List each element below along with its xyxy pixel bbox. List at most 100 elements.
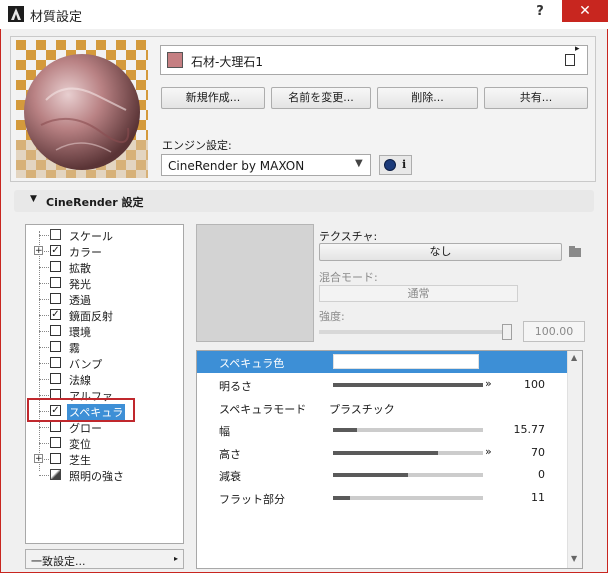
property-slider[interactable] <box>333 383 483 387</box>
property-slider[interactable] <box>333 473 483 477</box>
channel-checkbox[interactable] <box>50 277 61 288</box>
channel-item[interactable]: 透過 <box>26 291 183 307</box>
specular-properties-panel: スペキュラ色 明るさ » 100 スペキュラモード プラスチック幅 15.77 高さ » 70 減… <box>196 350 583 569</box>
expand-plus-icon[interactable]: + <box>34 454 43 464</box>
channel-label: 霧 <box>69 342 80 355</box>
texture-select-button[interactable]: なし <box>319 243 562 261</box>
property-slider[interactable] <box>333 428 483 432</box>
specular-color-swatch[interactable] <box>333 354 479 369</box>
engine-info-button[interactable]: i <box>379 155 412 175</box>
channel-item[interactable]: スケール <box>26 227 183 243</box>
channel-label: 拡散 <box>69 262 91 275</box>
slider-arrow-icon[interactable]: » <box>485 377 492 390</box>
specular-property-row[interactable]: 幅 15.77 <box>197 418 567 440</box>
help-button[interactable]: ? <box>532 4 548 22</box>
strength-slider-thumb[interactable] <box>502 324 512 340</box>
channel-item[interactable]: 法線 <box>26 371 183 387</box>
material-name-field[interactable]: 石材-大理石1 ▸ <box>160 44 588 75</box>
blend-mode-label: 混合モード: <box>319 271 378 284</box>
channel-item[interactable]: + 芝生 <box>26 451 183 467</box>
scroll-down-icon[interactable]: ▼ <box>571 554 577 563</box>
channel-label: 発光 <box>69 278 91 291</box>
tree-guide-line <box>39 267 49 268</box>
consistency-settings-button[interactable]: 一致設定... ▸ <box>25 549 184 569</box>
expand-plus-icon[interactable]: + <box>34 246 43 256</box>
strength-value-field[interactable]: 100.00 <box>523 321 585 342</box>
property-label: 減衰 <box>219 470 241 483</box>
channel-item[interactable]: 環境 <box>26 323 183 339</box>
collapse-triangle-icon: ▼ <box>30 194 37 204</box>
section-header[interactable]: ▼ CineRender 設定 <box>14 190 594 212</box>
title-bar[interactable]: 材質設定 ? ✕ <box>0 0 608 29</box>
channel-checkbox[interactable] <box>50 421 61 432</box>
specular-property-row[interactable]: スペキュラモード プラスチック <box>197 396 567 418</box>
channel-checkbox[interactable]: ✓ <box>50 309 61 320</box>
menu-arrow-icon[interactable]: ▸ <box>575 44 580 54</box>
delete-button[interactable]: 削除... <box>377 87 478 109</box>
strength-slider[interactable] <box>319 324 515 340</box>
channel-checkbox[interactable] <box>50 293 61 304</box>
slider-arrow-icon[interactable]: » <box>485 445 492 458</box>
window-title: 材質設定 <box>30 10 83 25</box>
channel-checkbox[interactable] <box>50 437 61 448</box>
app-logo-icon <box>8 6 24 22</box>
channel-tree[interactable]: スケール + ✓ カラー 拡散 発光 透過 ✓ 鏡面反射 環境霧バンプ 法線 アルファ ✓ スペキュラ グロ… <box>25 224 184 544</box>
chevron-down-icon: ▼ <box>355 158 363 169</box>
share-button[interactable]: 共有... <box>484 87 588 109</box>
channel-checkbox[interactable] <box>50 357 61 368</box>
property-value[interactable]: プラスチック <box>329 401 395 417</box>
material-color-swatch <box>167 52 183 68</box>
channel-checkbox[interactable] <box>50 373 61 384</box>
specular-property-row[interactable]: フラット部分 11 <box>197 486 567 508</box>
property-slider[interactable] <box>333 496 483 500</box>
property-value[interactable]: 70 <box>531 446 545 459</box>
specular-color-row[interactable]: スペキュラ色 <box>197 351 567 373</box>
channel-item[interactable]: 発光 <box>26 275 183 291</box>
tree-guide-line <box>39 475 49 476</box>
channel-item[interactable]: + ✓ カラー <box>26 243 183 259</box>
channel-checkbox[interactable]: ✓ <box>50 245 61 256</box>
property-slider-fill <box>333 428 357 432</box>
tree-guide-line <box>39 331 49 332</box>
property-value[interactable]: 0 <box>538 468 545 481</box>
engine-value: CineRender by MAXON <box>168 159 305 173</box>
channel-item[interactable]: ✓ 鏡面反射 <box>26 307 183 323</box>
tree-guide-line <box>39 235 49 236</box>
channel-item[interactable]: 霧 <box>26 339 183 355</box>
channel-label: 環境 <box>69 326 91 339</box>
tree-guide-line <box>39 395 49 396</box>
channel-label: 芝生 <box>69 454 91 467</box>
property-label: 高さ <box>219 448 241 461</box>
channel-item[interactable]: 拡散 <box>26 259 183 275</box>
section-title: CineRender 設定 <box>46 196 144 209</box>
specular-color-label: スペキュラ色 <box>219 357 285 370</box>
rename-button[interactable]: 名前を変更... <box>271 87 371 109</box>
engine-select[interactable]: CineRender by MAXON ▼ <box>161 154 371 176</box>
channel-item[interactable]: バンプ <box>26 355 183 371</box>
document-icon[interactable] <box>565 54 575 66</box>
channel-checkbox[interactable] <box>50 453 61 464</box>
property-value[interactable]: 15.77 <box>514 423 546 436</box>
channel-checkbox[interactable] <box>50 325 61 336</box>
specular-property-row[interactable]: 高さ » 70 <box>197 441 567 463</box>
property-label: 明るさ <box>219 380 252 393</box>
strength-label: 強度: <box>319 310 345 323</box>
properties-scrollbar[interactable]: ▲ ▼ <box>567 351 582 568</box>
tree-guide-line <box>39 443 49 444</box>
texture-folder-icon[interactable] <box>568 244 582 258</box>
channel-item[interactable]: 変位 <box>26 435 183 451</box>
channel-item[interactable]: 照明の強さ <box>26 467 183 483</box>
channel-checkbox[interactable] <box>50 261 61 272</box>
channel-checkbox[interactable] <box>50 341 61 352</box>
close-button[interactable]: ✕ <box>562 0 608 22</box>
channel-label: 透過 <box>69 294 91 307</box>
property-value[interactable]: 11 <box>531 491 545 504</box>
scroll-up-icon[interactable]: ▲ <box>571 353 577 362</box>
new-button[interactable]: 新規作成... <box>161 87 265 109</box>
property-slider-fill <box>333 473 408 477</box>
property-value[interactable]: 100 <box>524 378 545 391</box>
specular-property-row[interactable]: 明るさ » 100 <box>197 373 567 395</box>
property-slider[interactable] <box>333 451 483 455</box>
blend-mode-select[interactable]: 通常 <box>319 285 518 302</box>
specular-property-row[interactable]: 減衰 0 <box>197 463 567 485</box>
